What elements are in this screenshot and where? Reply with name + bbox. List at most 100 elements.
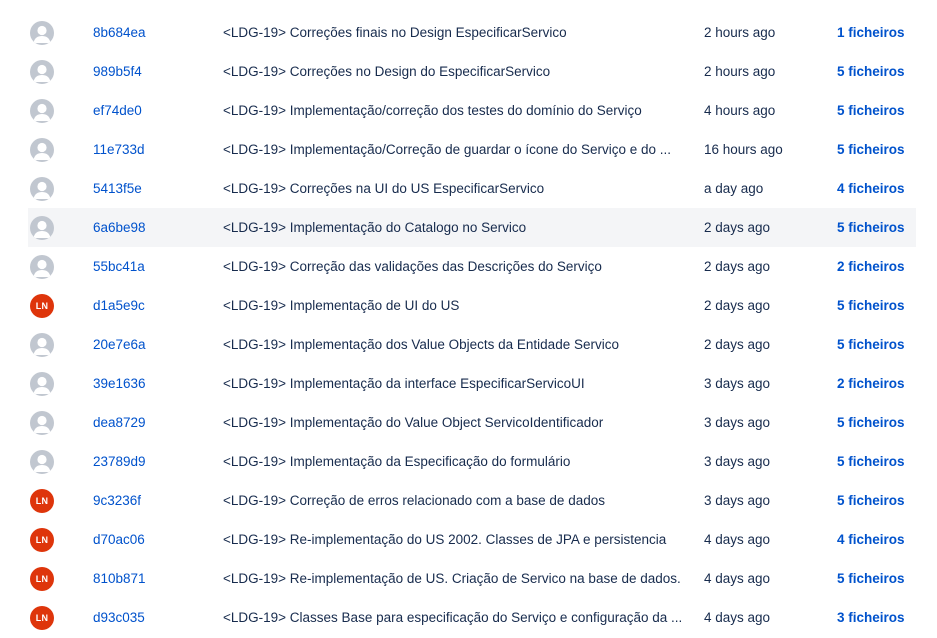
avatar-cell [28,410,58,435]
changed-files-link[interactable]: 5 ficheiros [837,415,905,430]
user-silhouette-icon [33,64,51,82]
commit-date: 2 days ago [704,337,771,352]
commit-date: 4 days ago [704,610,771,625]
commit-hash-link[interactable]: 20e7e6a [93,337,146,352]
commit-list: 8b684ea <LDG-19> Correções finais no Des… [0,0,937,637]
avatar-initials: LN [35,573,49,584]
user-silhouette-icon [33,25,51,43]
commit-hash-link[interactable]: 11e733d [93,142,145,157]
avatar-cell [28,215,58,240]
changed-files-link[interactable]: 4 ficheiros [837,181,905,196]
avatar-cell: LN [28,488,58,513]
changed-files-link[interactable]: 4 ficheiros [837,532,905,547]
default-user-avatar-icon[interactable] [30,254,54,279]
author-initials-avatar[interactable]: LN [30,605,54,630]
commit-hash-link[interactable]: d93c035 [93,610,145,625]
avatar-cell [28,20,58,45]
avatar-cell [28,332,58,357]
avatar-cell [28,371,58,396]
default-user-avatar-icon[interactable] [30,98,54,123]
commit-row[interactable]: LN 810b871 <LDG-19> Re-implementação de … [28,559,916,598]
changed-files-link[interactable]: 5 ficheiros [837,571,905,586]
changed-files-link[interactable]: 2 ficheiros [837,259,905,274]
commit-row[interactable]: 23789d9 <LDG-19> Implementação da Especi… [28,442,916,481]
commit-hash-link[interactable]: 6a6be98 [93,220,146,235]
default-user-avatar-icon[interactable] [30,137,54,162]
commit-message: <LDG-19> Correções no Design do Especifi… [223,64,551,79]
changed-files-link[interactable]: 3 ficheiros [837,610,905,625]
commit-date: 4 days ago [704,532,771,547]
changed-files-link[interactable]: 5 ficheiros [837,337,905,352]
avatar-cell [28,254,58,279]
user-silhouette-icon [33,142,51,160]
commit-row[interactable]: 20e7e6a <LDG-19> Implementação dos Value… [28,325,916,364]
changed-files-link[interactable]: 1 ficheiros [837,25,905,40]
commit-row[interactable]: 55bc41a <LDG-19> Correção das validações… [28,247,916,286]
author-initials-avatar[interactable]: LN [30,527,54,552]
commit-message: <LDG-19> Correções na UI do US Especific… [223,181,545,196]
commit-hash-link[interactable]: 55bc41a [93,259,145,274]
commit-row[interactable]: dea8729 <LDG-19> Implementação do Value … [28,403,916,442]
commit-date: 2 hours ago [704,64,776,79]
default-user-avatar-icon[interactable] [30,176,54,201]
author-initials-avatar[interactable]: LN [30,293,54,318]
commit-hash-link[interactable]: 5413f5e [93,181,142,196]
default-user-avatar-icon[interactable] [30,59,54,84]
commit-hash-link[interactable]: ef74de0 [93,103,142,118]
default-user-avatar-icon[interactable] [30,410,54,435]
changed-files-link[interactable]: 5 ficheiros [837,493,905,508]
avatar-cell [28,176,58,201]
commit-hash-link[interactable]: d70ac06 [93,532,145,547]
commit-hash-link[interactable]: 39e1636 [93,376,146,391]
changed-files-link[interactable]: 5 ficheiros [837,220,905,235]
default-user-avatar-icon[interactable] [30,20,54,45]
default-user-avatar-icon[interactable] [30,332,54,357]
commit-date: 4 hours ago [704,103,776,118]
default-user-avatar-icon[interactable] [30,371,54,396]
changed-files-link[interactable]: 5 ficheiros [837,142,905,157]
commit-row[interactable]: LN 9c3236f <LDG-19> Correção de erros re… [28,481,916,520]
commit-message: <LDG-19> Implementação do Catalogo no Se… [223,220,527,235]
user-silhouette-icon [33,181,51,199]
commit-hash-link[interactable]: 8b684ea [93,25,146,40]
commit-row[interactable]: LN d93c035 <LDG-19> Classes Base para es… [28,598,916,637]
commit-hash-link[interactable]: 989b5f4 [93,64,142,79]
changed-files-link[interactable]: 5 ficheiros [837,454,905,469]
commit-date: 4 days ago [704,571,771,586]
default-user-avatar-icon[interactable] [30,215,54,240]
commit-row[interactable]: LN d70ac06 <LDG-19> Re-implementação do … [28,520,916,559]
avatar-cell: LN [28,605,58,630]
user-silhouette-icon [33,337,51,355]
commit-row[interactable]: LN d1a5e9c <LDG-19> Implementação de UI … [28,286,916,325]
commit-message: <LDG-19> Re-implementação de US. Criação… [223,571,681,586]
commit-message: <LDG-19> Correção de erros relacionado c… [223,493,605,508]
commit-hash-link[interactable]: 23789d9 [93,454,146,469]
commit-hash-link[interactable]: 810b871 [93,571,146,586]
commit-hash-link[interactable]: d1a5e9c [93,298,145,313]
commit-message: <LDG-19> Implementação/Correção de guard… [223,142,672,157]
commit-row[interactable]: ef74de0 <LDG-19> Implementação/correção … [28,91,916,130]
commit-hash-link[interactable]: 9c3236f [93,493,141,508]
changed-files-link[interactable]: 5 ficheiros [837,103,905,118]
author-initials-avatar[interactable]: LN [30,566,54,591]
commit-row[interactable]: 989b5f4 <LDG-19> Correções no Design do … [28,52,916,91]
commit-message: <LDG-19> Correções finais no Design Espe… [223,25,567,40]
commit-row[interactable]: 5413f5e <LDG-19> Correções na UI do US E… [28,169,916,208]
changed-files-link[interactable]: 5 ficheiros [837,298,905,313]
commit-date: 3 days ago [704,493,771,508]
changed-files-link[interactable]: 5 ficheiros [837,64,905,79]
commit-date: 2 days ago [704,298,771,313]
commit-row[interactable]: 39e1636 <LDG-19> Implementação da interf… [28,364,916,403]
commit-message: <LDG-19> Implementação da interface Espe… [223,376,585,391]
commit-message: <LDG-19> Implementação de UI do US [223,298,460,313]
author-initials-avatar[interactable]: LN [30,488,54,513]
commit-hash-link[interactable]: dea8729 [93,415,146,430]
commit-row[interactable]: 11e733d <LDG-19> Implementação/Correção … [28,130,916,169]
commit-row[interactable]: 8b684ea <LDG-19> Correções finais no Des… [28,13,916,52]
avatar-initials: LN [35,612,49,623]
user-silhouette-icon [33,454,51,472]
commit-row[interactable]: 6a6be98 <LDG-19> Implementação do Catalo… [28,208,916,247]
default-user-avatar-icon[interactable] [30,449,54,474]
commit-date: 3 days ago [704,454,771,469]
changed-files-link[interactable]: 2 ficheiros [837,376,905,391]
